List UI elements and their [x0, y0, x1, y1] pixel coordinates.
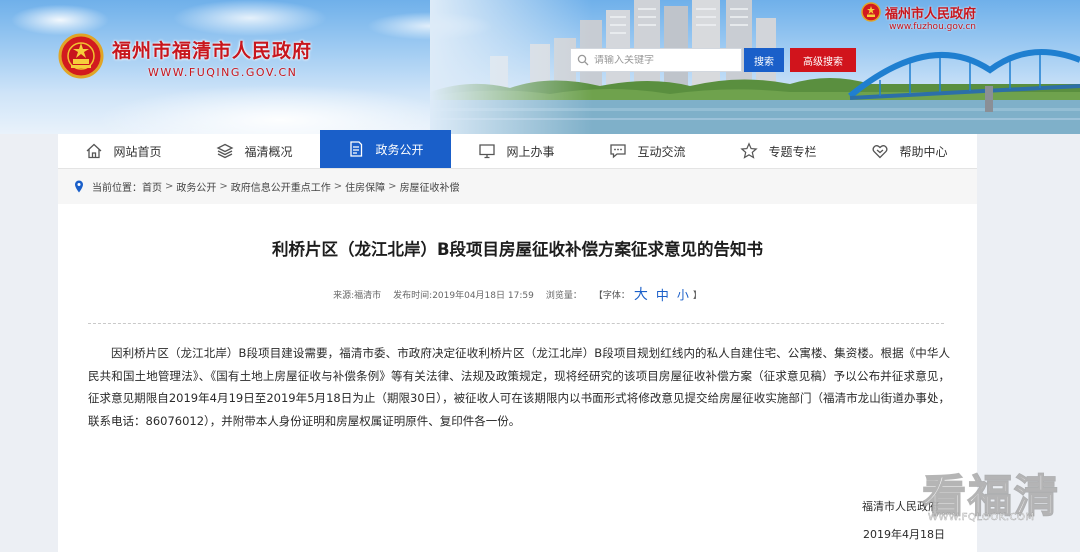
search-button[interactable]: 搜索 [744, 48, 784, 72]
fuzhou-gov-name: 福州市人民政府 [884, 6, 976, 22]
article-title: 利桥片区（龙江北岸）B段项目房屋征收补偿方案征求意见的告知书 [271, 240, 764, 259]
views-label: 浏览量： [545, 290, 582, 301]
monitor-icon [479, 144, 496, 159]
nav-item-gov-affairs[interactable]: 政务公开 [320, 130, 451, 168]
source-label: 来源: [333, 290, 355, 301]
article: 利桥片区（龙江北岸）B段项目房屋征收补偿方案征求意见的告知书 来源: 福清市 发… [58, 204, 977, 552]
breadcrumb-item-key-work[interactable]: 政府信息公开重点工作 [231, 179, 331, 194]
document-icon [350, 141, 363, 157]
fuzhou-gov-link[interactable]: 福州市人民政府 [861, 2, 976, 22]
nav-item-label: 网上办事 [506, 144, 555, 159]
breadcrumb-prefix: 当前位置： [92, 183, 142, 194]
nav-item-label: 互动交流 [637, 144, 686, 159]
header-banner: 福州市福清市人民政府 WWW.FUQING.GOV.CN 福州市人民政府 www… [0, 0, 1080, 134]
article-meta: 来源: 福清市 发布时间: 2019年04月18日 17:59 浏览量： 【字体… [58, 284, 977, 304]
nav-item-home[interactable]: 网站首页 [58, 134, 189, 168]
layers-icon [217, 143, 234, 159]
nav-item-label: 网站首页 [113, 144, 162, 159]
breadcrumb-item-expropriation[interactable]: 房屋征收补偿 [400, 179, 460, 194]
star-icon [740, 142, 759, 159]
breadcrumb-separator: > [165, 181, 174, 192]
published-value: 2019年04月18日 17:59 [432, 290, 534, 301]
nav-item-label: 福清概况 [244, 144, 293, 159]
breadcrumb-separator: > [219, 181, 228, 192]
home-icon [87, 143, 102, 159]
nav-item-label: 帮助中心 [899, 144, 948, 159]
mini-emblem-icon [861, 2, 881, 22]
font-size-small-button[interactable]: 小 [677, 286, 689, 303]
nav-item-overview[interactable]: 福清概况 [189, 134, 320, 168]
nav-item-help-center[interactable]: 帮助中心 [844, 134, 975, 168]
chat-icon [610, 144, 627, 159]
national-emblem-icon [58, 33, 104, 79]
breadcrumb: 当前位置： 首页 > 政务公开 > 政府信息公开重点工作 > 住房保障 > 房屋… [58, 168, 977, 204]
breadcrumb-separator: > [388, 181, 397, 192]
breadcrumb-item-home[interactable]: 首页 [142, 179, 162, 194]
nav-item-online-services[interactable]: 网上办事 [451, 134, 582, 168]
handshake-icon [872, 145, 889, 159]
font-size-label: 【字体： [593, 290, 630, 301]
article-body: 因利桥片区（龙江北岸）B段项目建设需要，福清市委、市政府决定征收利桥片区（龙江北… [88, 346, 950, 428]
nav-item-interaction[interactable]: 互动交流 [582, 134, 713, 168]
site-title[interactable]: 福州市福清市人民政府 [112, 36, 312, 63]
nav-item-special-topics[interactable]: 专题专栏 [713, 134, 844, 168]
nav-item-label: 政务公开 [375, 142, 424, 157]
signature-date: 2019年4月18日 [863, 528, 945, 541]
main-nav: 网站首页 福清概况 政务公开 网上办事 互动交流 专题专栏 帮助中心 [58, 130, 977, 168]
nav-item-label: 专题专栏 [768, 144, 817, 159]
search-icon [577, 54, 589, 66]
fuzhou-gov-url: www.fuzhou.gov.cn [889, 22, 976, 32]
signature-org: 福清市人民政府 [862, 500, 939, 513]
font-size-close: 】 [692, 290, 702, 301]
source-value: 福清市 [354, 290, 382, 301]
breadcrumb-separator: > [333, 181, 343, 192]
advanced-search-button[interactable]: 高级搜索 [790, 48, 856, 72]
published-label: 发布时间: [393, 290, 433, 301]
search-input[interactable] [594, 54, 734, 66]
breadcrumb-item-housing[interactable]: 住房保障 [345, 179, 385, 194]
location-pin-icon [75, 180, 83, 193]
dashed-divider [88, 323, 944, 324]
search-box [570, 48, 742, 72]
breadcrumb-item-gov-affairs[interactable]: 政务公开 [176, 179, 216, 194]
font-size-medium-button[interactable]: 中 [656, 285, 669, 304]
site-url: WWW.FUQING.GOV.CN [148, 66, 298, 79]
font-size-large-button[interactable]: 大 [634, 284, 648, 304]
